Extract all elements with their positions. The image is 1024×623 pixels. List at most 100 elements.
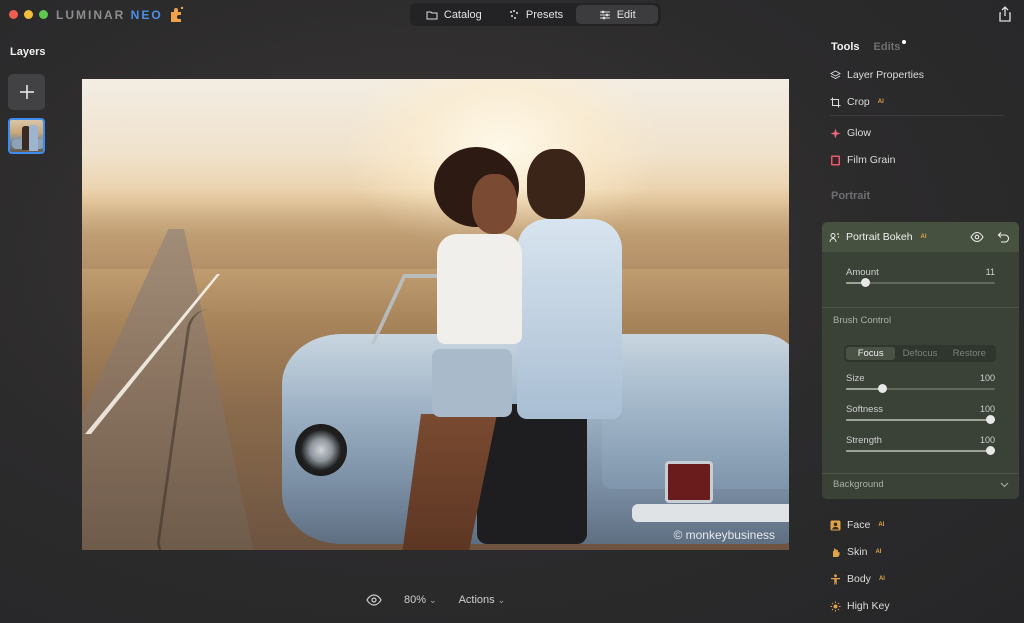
layer-thumbnail[interactable] (8, 118, 45, 154)
layers-title: Layers (10, 46, 46, 58)
tab-tools[interactable]: Tools (831, 41, 860, 53)
minimize-window-button[interactable] (24, 10, 33, 19)
eye-icon[interactable] (970, 231, 984, 243)
tool-film-grain[interactable]: Film Grain (830, 154, 895, 166)
zoom-dropdown[interactable]: 80% ⌄ (404, 594, 437, 606)
zoom-window-button[interactable] (39, 10, 48, 19)
actions-label: Actions (458, 594, 495, 606)
photo-canvas[interactable]: © monkeybusiness (82, 79, 789, 550)
tool-film-grain-label: Film Grain (847, 154, 896, 166)
tool-high-key-label: High Key (847, 600, 890, 612)
skin-icon (833, 548, 840, 557)
highkey-icon (830, 601, 841, 611)
portrait-bokeh-title: Portrait Bokeh (846, 231, 913, 243)
right-panel-tabs: Tools Edits (831, 40, 907, 53)
extensions-puzzle-icon[interactable] (168, 5, 186, 23)
tool-body-label: Body (847, 573, 871, 585)
tool-face[interactable]: Face AI (830, 519, 884, 531)
layers-icon (830, 69, 841, 79)
ai-badge: AI (878, 576, 885, 582)
tab-presets[interactable]: Presets (495, 5, 577, 24)
background-section-toggle[interactable]: Background (833, 479, 1009, 490)
size-slider-track[interactable] (846, 388, 995, 390)
tool-glow-label: Glow (847, 127, 871, 139)
luminar-window: LUMINAR NEO Catalog Presets Edit Layers … (0, 0, 1024, 623)
close-window-button[interactable] (9, 10, 18, 19)
sliders-icon (599, 10, 610, 19)
tool-crop-label: Crop (847, 96, 870, 108)
brand-name: LUMINAR (56, 8, 126, 22)
softness-slider-track[interactable] (846, 419, 995, 421)
strength-slider-track[interactable] (846, 450, 995, 452)
softness-label: Softness (846, 404, 883, 415)
brush-mode-selector: Focus Defocus Restore (844, 345, 996, 362)
tab-catalog-label: Catalog (443, 8, 482, 21)
tool-high-key[interactable]: High Key (830, 600, 890, 612)
tool-crop[interactable]: Crop AI (830, 96, 884, 108)
folder-icon (426, 11, 438, 19)
window-controls (9, 10, 48, 19)
tab-catalog[interactable]: Catalog (413, 5, 495, 24)
face-icon (830, 520, 841, 530)
panel-divider (822, 473, 1019, 474)
share-icon[interactable] (998, 6, 1012, 22)
size-slider-handle[interactable] (878, 384, 887, 393)
ai-badge: AI (875, 549, 882, 555)
portrait-bokeh-icon (829, 232, 840, 242)
size-value: 100 (979, 373, 995, 383)
softness-slider-handle[interactable] (986, 415, 995, 424)
tool-skin-label: Skin (847, 546, 868, 558)
chevron-down-icon: ⌄ (497, 595, 506, 605)
reset-undo-icon[interactable] (996, 231, 1010, 243)
tool-layer-properties[interactable]: Layer Properties (830, 69, 924, 81)
actions-dropdown[interactable]: Actions ⌄ (459, 594, 506, 606)
eye-icon (366, 594, 382, 606)
brand-suffix: NEO (130, 8, 163, 22)
panel-divider (822, 307, 1019, 308)
tool-glow[interactable]: Glow (830, 127, 871, 139)
crop-icon (830, 97, 841, 107)
amount-slider-handle[interactable] (861, 278, 870, 287)
tool-body[interactable]: Body AI (830, 573, 885, 585)
chevron-down-icon: ⌄ (429, 595, 437, 605)
photo-watermark: © monkeybusiness (673, 528, 775, 542)
body-icon (831, 573, 840, 584)
brush-mode-restore[interactable]: Restore (945, 347, 994, 360)
bottom-toolbar: 80% ⌄ Actions ⌄ (366, 594, 505, 606)
mode-switcher: Catalog Presets Edit (410, 3, 661, 26)
tab-edits[interactable]: Edits (873, 40, 907, 53)
tab-edits-label: Edits (873, 41, 901, 53)
tab-edit-label: Edit (616, 8, 636, 21)
compare-toggle[interactable] (366, 594, 382, 606)
plus-icon (19, 85, 34, 99)
portrait-bokeh-panel: Portrait Bokeh AI Amount 11 Brush Control… (822, 222, 1019, 499)
strength-slider-handle[interactable] (986, 446, 995, 455)
brush-control-label: Brush Control (833, 315, 892, 326)
tool-face-label: Face (847, 519, 871, 531)
strength-value: 100 (979, 435, 995, 445)
portrait-bokeh-header[interactable]: Portrait Bokeh AI (822, 222, 1019, 252)
background-label: Background (833, 479, 884, 490)
tool-layer-properties-label: Layer Properties (847, 69, 925, 81)
amount-label: Amount (846, 267, 879, 278)
brush-mode-focus[interactable]: Focus (846, 347, 896, 360)
section-divider (830, 115, 1004, 116)
ai-badge: AI (877, 99, 884, 105)
brush-mode-defocus[interactable]: Defocus (895, 347, 944, 360)
tab-presets-label: Presets (525, 8, 564, 21)
softness-value: 100 (979, 404, 995, 414)
chevron-down-icon (1000, 482, 1009, 488)
presets-icon (509, 9, 518, 19)
zoom-value: 80% (404, 594, 427, 606)
section-portrait-title: Portrait (831, 190, 871, 202)
ai-badge: AI (878, 522, 885, 528)
ai-badge: AI (920, 234, 927, 240)
size-label: Size (846, 373, 865, 384)
tab-edit[interactable]: Edit (576, 5, 659, 24)
edits-indicator-dot (902, 40, 907, 44)
strength-label: Strength (846, 435, 882, 446)
app-logo: LUMINAR NEO (56, 8, 163, 22)
add-layer-button[interactable] (8, 74, 45, 110)
amount-value: 11 (985, 267, 995, 277)
tool-skin[interactable]: Skin AI (830, 546, 881, 558)
